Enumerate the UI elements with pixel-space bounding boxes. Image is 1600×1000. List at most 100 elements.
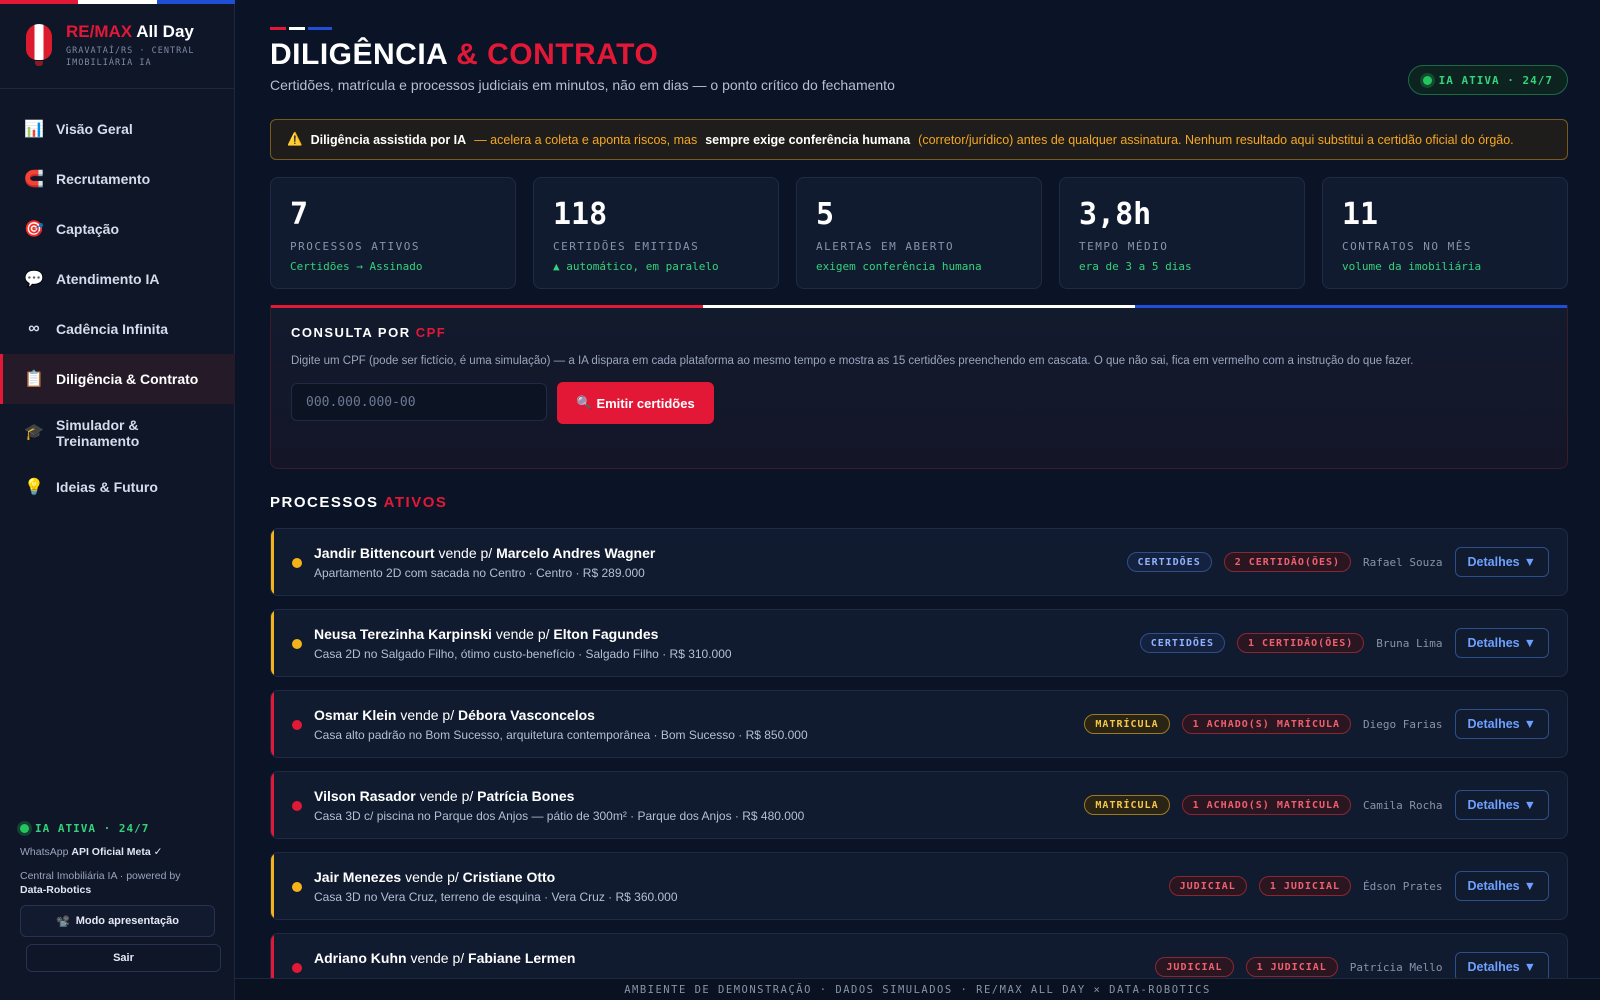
sidebar-item-ideias-futuro[interactable]: 💡 Ideias & Futuro xyxy=(0,462,235,512)
logout-button[interactable]: Sair xyxy=(26,944,221,972)
stat-label: ALERTAS EM ABERTO xyxy=(816,240,955,253)
details-button[interactable]: Detalhes ▼ xyxy=(1454,790,1549,820)
sidebar-item-label: Atendimento IA xyxy=(56,271,160,287)
stat-card: 5 ALERTAS EM ABERTO exigem conferência hum… xyxy=(796,177,1042,289)
target-icon: 🎯 xyxy=(24,221,44,238)
present-mode-button[interactable]: 📽️ Modo apresentação xyxy=(20,905,215,937)
stat-value: 118 xyxy=(553,197,608,232)
disclaimer-text-2: (corretor/jurídico) antes de qualquer as… xyxy=(918,132,1514,147)
processes-title-red: ATIVOS xyxy=(383,494,448,511)
process-row[interactable]: Jandir Bittencourt vende p/ Marcelo Andr… xyxy=(270,528,1568,596)
clipboard-icon: 📋 xyxy=(24,371,44,388)
cpf-input[interactable] xyxy=(291,383,547,421)
demo-footer: AMBIENTE DE DEMONSTRAÇÃO · DADOS SIMULAD… xyxy=(235,978,1600,1000)
sidebar-item-simulador-treinamento[interactable]: 🎓 Simulador & Treinamento xyxy=(0,404,235,462)
process-row[interactable]: Jair Menezes vende p/ Cristiane Otto Casa… xyxy=(270,852,1568,920)
stat-value: 5 xyxy=(816,197,835,232)
alert-badge: 1 ACHADO(S) MATRÍCULA xyxy=(1181,714,1352,734)
chevron-down-icon: ▼ xyxy=(1523,636,1536,650)
seller-name: Adriano Kuhn xyxy=(314,950,407,966)
projector-icon: 📽️ xyxy=(55,915,70,928)
stat-note: era de 3 a 5 dias xyxy=(1079,260,1192,273)
stat-note: ▲ automático, em paralelo xyxy=(553,260,719,273)
process-row[interactable]: Vilson Rasador vende p/ Patrícia Bones Ca… xyxy=(270,771,1568,839)
cpf-lookup-title-white: CONSULTA POR xyxy=(291,325,411,340)
details-button[interactable]: Detalhes ▼ xyxy=(1454,709,1549,739)
sidebar-item-recrutamento[interactable]: 🧲 Recrutamento xyxy=(0,154,235,204)
sidebar-item-captacao[interactable]: 🎯 Captação xyxy=(0,204,235,254)
details-button[interactable]: Detalhes ▼ xyxy=(1454,547,1549,577)
sidebar-nav: 📊 Visão Geral 🧲 Recrutamento 🎯 Captação 💬 Atend… xyxy=(0,104,235,512)
details-label: Detalhes xyxy=(1467,960,1520,974)
ia-status-label: IA ATIVA · 24/7 xyxy=(35,822,150,835)
process-parties: Jandir Bittencourt vende p/ Marcelo Andr… xyxy=(314,545,655,561)
disclaimer-text-1: — acelera a coleta e aponta riscos, mas xyxy=(474,132,698,147)
disclaimer-bold-1: Diligência assistida por IA xyxy=(310,132,467,147)
seller-name: Neusa Terezinha Karpinski xyxy=(314,626,492,642)
chat-icon: 💬 xyxy=(24,271,44,288)
sidebar-item-cadencia-infinita[interactable]: ∞ Cadência Infinita xyxy=(0,304,235,354)
brand[interactable]: RE/MAX All Day GRAVATAÍ/RS · CENTRAL IMO… xyxy=(26,22,196,69)
chevron-down-icon: ▼ xyxy=(1523,879,1536,893)
sells-to-connector: vende p/ xyxy=(419,788,474,804)
process-row[interactable]: Neusa Terezinha Karpinski vende p/ Elton… xyxy=(270,609,1568,677)
sells-to-connector: vende p/ xyxy=(495,626,550,642)
chevron-down-icon: ▼ xyxy=(1523,960,1536,974)
agent-name: Diego Farias xyxy=(1363,717,1443,731)
details-button[interactable]: Detalhes ▼ xyxy=(1454,871,1549,901)
property-description: Casa 3D no Vera Cruz, terreno de esquina… xyxy=(314,890,678,904)
sells-to-connector: vende p/ xyxy=(410,950,465,966)
powered-by-company: Data-Robotics xyxy=(20,884,92,896)
agent-name: Camila Rocha xyxy=(1363,798,1443,812)
sidebar-item-visao-geral[interactable]: 📊 Visão Geral xyxy=(0,104,235,154)
stat-note: exigem conferência humana xyxy=(816,260,982,273)
magnet-icon: 🧲 xyxy=(24,171,44,188)
details-button[interactable]: Detalhes ▼ xyxy=(1454,628,1549,658)
process-parties: Neusa Terezinha Karpinski vende p/ Elton… xyxy=(314,626,658,642)
sells-to-connector: vende p/ xyxy=(405,869,459,885)
status-dot-icon xyxy=(20,824,29,833)
processes-list: Jandir Bittencourt vende p/ Marcelo Andr… xyxy=(270,528,1568,1000)
page-title-red: & CONTRATO xyxy=(456,38,659,71)
alert-badge: 1 CERTIDÃO(ÕES) xyxy=(1236,633,1365,653)
process-meta: MATRÍCULA 1 ACHADO(S) MATRÍCULA Diego Fari… xyxy=(1084,709,1549,739)
stat-card: 118 CERTIDÕES EMITIDAS ▲ automático, em pa… xyxy=(533,177,779,289)
brand-title-red: RE/MAX xyxy=(66,22,133,41)
ia-status: IA ATIVA · 24/7 xyxy=(20,822,215,835)
stat-label: PROCESSOS ATIVOS xyxy=(290,240,420,253)
details-label: Detalhes xyxy=(1467,717,1520,731)
chevron-down-icon: ▼ xyxy=(1523,555,1536,569)
disclaimer-banner: ⚠️ Diligência assistida por IA — acelera… xyxy=(270,119,1568,160)
process-row[interactable]: Osmar Klein vende p/ Débora Vasconcelos C… xyxy=(270,690,1568,758)
brand-title: RE/MAX All Day xyxy=(66,22,196,42)
sells-to-connector: vende p/ xyxy=(438,545,493,561)
present-mode-label: Modo apresentação xyxy=(75,915,179,927)
processes-title-white: PROCESSOS xyxy=(270,494,379,511)
buyer-name: Cristiane Otto xyxy=(462,869,556,885)
stage-badge: CERTIDÕES xyxy=(1126,552,1212,572)
status-dot-icon xyxy=(292,801,302,811)
page-subtitle: Certidões, matrícula e processos judicia… xyxy=(270,77,895,93)
buyer-name: Patrícia Bones xyxy=(477,788,575,804)
sidebar-item-label: Diligência & Contrato xyxy=(56,371,199,387)
seller-name: Osmar Klein xyxy=(314,707,397,723)
cpf-lookup-description: Digite um CPF (pode ser fictício, é uma … xyxy=(291,355,1414,367)
chevron-down-icon: ▼ xyxy=(1523,717,1536,731)
sidebar-item-diligencia-contrato[interactable]: 📋 Diligência & Contrato xyxy=(0,354,235,404)
cpf-lookup-panel: CONSULTA POR CPF Digite um CPF (pode ser… xyxy=(270,305,1568,469)
stat-value: 11 xyxy=(1342,197,1379,232)
powered-by: Central Imobiliária IA · powered by Data… xyxy=(20,869,215,897)
hot-air-balloon-icon xyxy=(26,24,52,66)
status-dot-icon xyxy=(292,720,302,730)
status-dot-icon xyxy=(1422,75,1432,85)
stage-badge: MATRÍCULA xyxy=(1084,714,1170,734)
processes-section-title: PROCESSOS ATIVOS xyxy=(270,494,447,511)
emit-certificates-button[interactable]: 🔍 Emitir certidões xyxy=(557,382,714,424)
sidebar-item-atendimento-ia[interactable]: 💬 Atendimento IA xyxy=(0,254,235,304)
ia-active-badge: IA ATIVA · 24/7 xyxy=(1407,65,1568,95)
cpf-lookup-title: CONSULTA POR CPF xyxy=(291,325,446,340)
stat-value: 3,8h xyxy=(1079,197,1152,232)
status-dot-icon xyxy=(292,639,302,649)
process-parties: Adriano Kuhn vende p/ Fabiane Lermen xyxy=(314,950,575,966)
chevron-down-icon: ▼ xyxy=(1523,798,1536,812)
